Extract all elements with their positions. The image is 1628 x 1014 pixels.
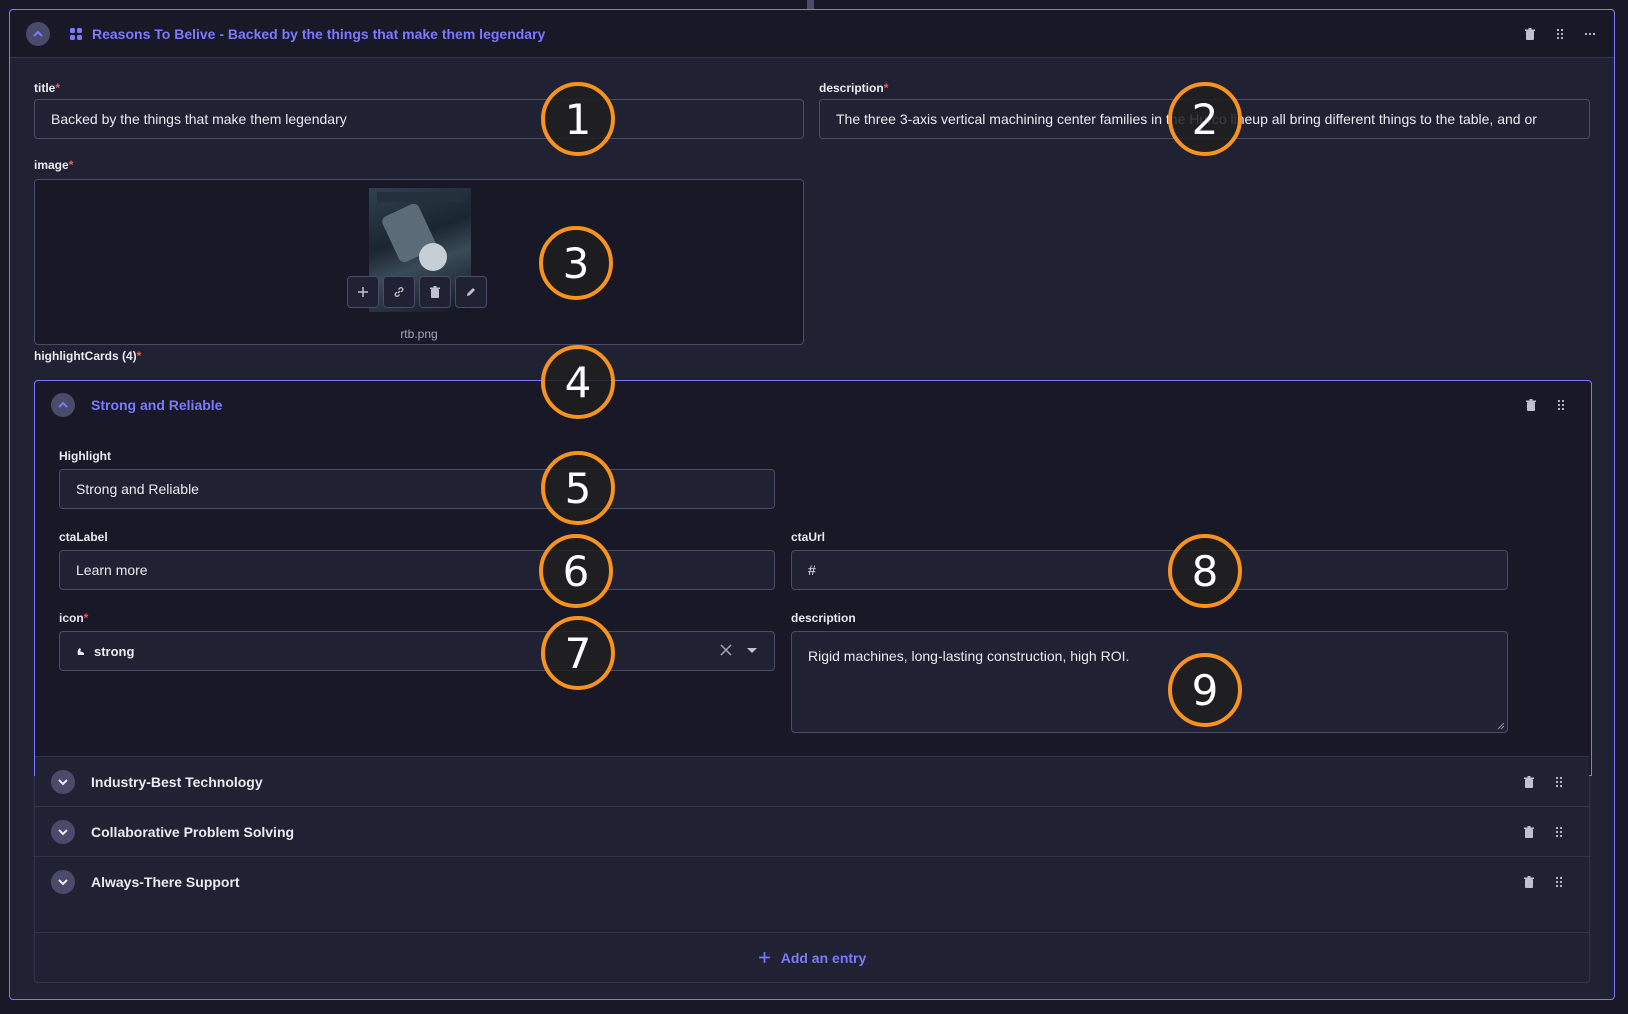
drag-component-handle[interactable] bbox=[1550, 24, 1570, 44]
chevron-up-icon bbox=[33, 30, 43, 37]
more-icon bbox=[1584, 32, 1596, 35]
plus-icon bbox=[758, 952, 770, 963]
trash-icon bbox=[1525, 27, 1535, 40]
trash-icon bbox=[1526, 399, 1536, 411]
card-row[interactable]: Industry-Best Technology bbox=[35, 756, 1589, 806]
highlight-label: Highlight bbox=[59, 449, 111, 463]
dynamic-zone-component: Reasons To Belive - Backed by the things… bbox=[9, 9, 1615, 1000]
clear-icon-button[interactable] bbox=[720, 643, 732, 659]
icon-label: icon* bbox=[59, 611, 89, 625]
chevron-down-icon bbox=[58, 828, 68, 835]
strong-arm-icon bbox=[77, 648, 84, 655]
card-row-title: Always-There Support bbox=[91, 873, 240, 890]
highlight-cards-label: highlightCards (4)* bbox=[34, 349, 142, 363]
card-header[interactable]: Strong and Reliable bbox=[35, 381, 1591, 429]
card-row-title: Industry-Best Technology bbox=[91, 773, 263, 790]
delete-component-button[interactable] bbox=[1520, 24, 1540, 44]
component-grid-icon bbox=[70, 27, 82, 40]
trash-icon bbox=[1524, 825, 1534, 838]
delete-image-button[interactable] bbox=[419, 276, 451, 308]
annotation-marker-5: 5 bbox=[541, 451, 615, 525]
expand-card-button[interactable] bbox=[51, 819, 75, 844]
drag-card-handle[interactable] bbox=[1549, 772, 1569, 792]
highlight-cards-list: Strong and Reliable Highlight Strong and… bbox=[34, 380, 1592, 983]
trash-icon bbox=[1524, 875, 1534, 888]
delete-card-button[interactable] bbox=[1519, 772, 1539, 792]
drag-card-handle[interactable] bbox=[1549, 822, 1569, 842]
icon-dropdown-toggle[interactable] bbox=[746, 643, 758, 659]
cta-url-input[interactable]: # bbox=[791, 550, 1508, 590]
add-image-button[interactable] bbox=[347, 276, 379, 308]
card-row[interactable]: Collaborative Problem Solving bbox=[35, 806, 1589, 856]
component-header[interactable]: Reasons To Belive - Backed by the things… bbox=[10, 10, 1614, 58]
collapse-card-button[interactable] bbox=[51, 393, 75, 417]
annotation-marker-8: 8 bbox=[1168, 534, 1242, 608]
cta-label-label: ctaLabel bbox=[59, 530, 108, 544]
trash-icon bbox=[1524, 775, 1534, 788]
annotation-marker-3: 3 bbox=[539, 226, 613, 300]
card-strong-and-reliable: Strong and Reliable Highlight Strong and… bbox=[34, 380, 1592, 776]
annotation-marker-9: 9 bbox=[1168, 653, 1242, 727]
chevron-down-icon bbox=[58, 778, 68, 785]
link-icon bbox=[394, 287, 404, 297]
image-label: image* bbox=[34, 158, 74, 172]
edit-image-button[interactable] bbox=[455, 276, 487, 308]
drag-handle-icon bbox=[1557, 399, 1565, 411]
drag-handle-icon bbox=[1555, 826, 1563, 837]
drag-handle-icon bbox=[1555, 776, 1563, 787]
card-description-label: description bbox=[791, 611, 856, 625]
plus-icon bbox=[358, 287, 368, 297]
expand-card-button[interactable] bbox=[51, 869, 75, 894]
delete-card-button[interactable] bbox=[1519, 872, 1539, 892]
close-icon bbox=[720, 644, 732, 656]
delete-card-button[interactable] bbox=[1521, 395, 1541, 415]
cta-url-label: ctaUrl bbox=[791, 530, 826, 544]
card-row-title: Collaborative Problem Solving bbox=[91, 823, 295, 840]
annotation-marker-2: 2 bbox=[1168, 82, 1242, 156]
title-input[interactable]: Backed by the things that make them lege… bbox=[34, 99, 804, 139]
drag-handle-icon bbox=[1555, 876, 1563, 887]
top-divider bbox=[807, 0, 814, 9]
copy-link-button[interactable] bbox=[383, 276, 415, 308]
add-entry-button[interactable]: Add an entry bbox=[35, 932, 1589, 982]
highlight-input[interactable]: Strong and Reliable bbox=[59, 469, 775, 509]
add-entry-label: Add an entry bbox=[780, 949, 867, 966]
resize-handle-icon[interactable] bbox=[1497, 722, 1505, 730]
icon-select[interactable]: strong bbox=[59, 631, 775, 671]
more-actions-button[interactable] bbox=[1580, 24, 1600, 44]
delete-card-button[interactable] bbox=[1519, 822, 1539, 842]
component-title: Reasons To Belive - Backed by the things… bbox=[92, 25, 546, 42]
collapse-component-button[interactable] bbox=[26, 21, 50, 46]
card-title: Strong and Reliable bbox=[91, 397, 223, 413]
drag-card-handle[interactable] bbox=[1549, 872, 1569, 892]
card-description-textarea[interactable]: Rigid machines, long-lasting constructio… bbox=[791, 631, 1508, 733]
icon-select-value: strong bbox=[94, 643, 135, 659]
annotation-marker-1: 1 bbox=[541, 82, 615, 156]
chevron-down-icon bbox=[58, 878, 68, 885]
card-row[interactable]: Always-There Support bbox=[35, 856, 1589, 906]
title-label: title* bbox=[34, 81, 61, 95]
caret-down-icon bbox=[747, 648, 757, 653]
annotation-marker-7: 7 bbox=[541, 616, 615, 690]
cta-label-input[interactable]: Learn more bbox=[59, 550, 775, 590]
image-filename: rtb.png bbox=[400, 327, 438, 341]
drag-handle-icon bbox=[1556, 28, 1564, 39]
annotation-marker-4: 4 bbox=[541, 345, 615, 419]
card-description-text: Rigid machines, long-lasting constructio… bbox=[808, 648, 1130, 664]
drag-card-handle[interactable] bbox=[1551, 395, 1571, 415]
description-label: description* bbox=[819, 81, 889, 95]
chevron-up-icon bbox=[58, 401, 68, 408]
annotation-marker-6: 6 bbox=[539, 534, 613, 608]
pencil-icon bbox=[467, 288, 475, 296]
expand-card-button[interactable] bbox=[51, 769, 75, 794]
image-media-box[interactable]: rtb.png bbox=[34, 179, 804, 345]
trash-icon bbox=[430, 286, 440, 298]
